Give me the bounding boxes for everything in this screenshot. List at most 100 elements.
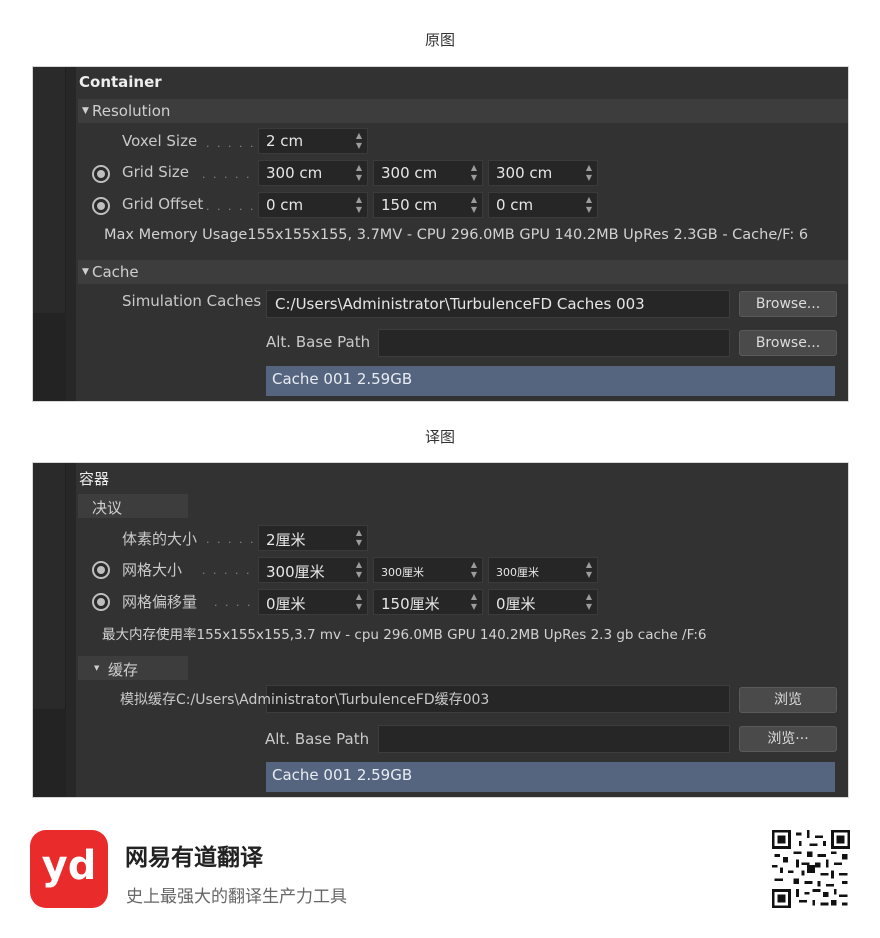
spinner-arrows-icon[interactable]: ▲ ▼ [471, 163, 477, 183]
browse-button[interactable]: Browse... [739, 291, 837, 317]
voxel-size-field[interactable]: 2厘米 ▲ ▼ [258, 525, 368, 551]
cache-list-item[interactable]: Cache 001 2.59GB [266, 762, 835, 792]
voxel-size-value: 2 cm [266, 132, 304, 150]
grid-size-radio[interactable] [92, 165, 110, 183]
original-panel: Container ▼ Resolution Voxel Size . . . … [32, 66, 849, 402]
simulation-caches-path-value: C:/Users\Administrator\TurbulenceFD Cach… [275, 295, 645, 313]
grid-size-y-value: 300 cm [381, 164, 438, 182]
grid-offset-label: Grid Offset [122, 195, 204, 213]
leader-dots: . . . . . . [202, 564, 263, 577]
grid-size-x-field[interactable]: 300 cm ▲ ▼ [258, 160, 368, 186]
spinner-arrows-icon[interactable]: ▲ ▼ [471, 195, 477, 215]
grid-size-z-field[interactable]: 300厘米 ▲ ▼ [488, 557, 598, 583]
grid-size-z-value: 300厘米 [496, 566, 539, 579]
cache-label: Cache [92, 263, 139, 281]
spinner-arrows-icon[interactable]: ▲ ▼ [586, 163, 592, 183]
memory-usage-text: 最大内存使用率155x155x155,3.7 mv - cpu 296.0MB … [102, 627, 707, 643]
leader-dots: . . . . . [206, 200, 256, 213]
grid-size-radio[interactable] [92, 561, 110, 579]
simulation-caches-row: 模拟缓存C:/Users\Administrator\TurbulenceFD缓… [120, 689, 489, 709]
alt-base-path-label: Alt. Base Path [266, 333, 371, 351]
spinner-arrows-icon[interactable]: ▲ ▼ [356, 560, 362, 580]
spinner-arrows-icon[interactable]: ▲ ▼ [356, 131, 362, 151]
grid-offset-z-field[interactable]: 0厘米 ▲ ▼ [488, 589, 598, 615]
alt-base-path-label: Alt. Base Path [265, 730, 370, 748]
grid-size-y-value: 300厘米 [381, 566, 424, 579]
simulation-caches-path-field[interactable]: C:/Users\Administrator\TurbulenceFD Cach… [266, 290, 730, 318]
grid-offset-z-field[interactable]: 0 cm ▲ ▼ [488, 192, 598, 218]
resolution-section-header[interactable]: ▼ Resolution [78, 99, 848, 123]
grid-size-label: 网格大小 [122, 561, 183, 579]
grid-size-x-value: 300 cm [266, 164, 323, 182]
brand-slogan: 史上最强大的翻译生产力工具 [126, 887, 347, 907]
alt-browse-button[interactable]: Browse... [739, 330, 837, 356]
simulation-caches-path-value: C:/Users\Administrator\TurbulenceFD缓存003 [176, 692, 490, 708]
left-gutter [33, 67, 66, 401]
alt-base-path-field[interactable] [378, 329, 730, 357]
grid-offset-radio[interactable] [92, 197, 110, 215]
spinner-arrows-icon[interactable]: ▲ ▼ [586, 195, 592, 215]
qr-code-icon [772, 830, 850, 908]
voxel-size-field[interactable]: 2 cm ▲ ▼ [258, 128, 368, 154]
spinner-arrows-icon[interactable]: ▲ ▼ [356, 528, 362, 548]
attribute-panel: 容器 决议 体素的大小 . . . . . 2厘米 ▲ ▼ 网格大小 . . . … [76, 463, 848, 797]
grid-offset-z-value: 0 cm [496, 196, 534, 214]
translated-panel: 容器 决议 体素的大小 . . . . . 2厘米 ▲ ▼ 网格大小 . . . … [32, 462, 849, 798]
grid-size-y-field[interactable]: 300 cm ▲ ▼ [373, 160, 483, 186]
spinner-arrows-icon[interactable]: ▲ ▼ [356, 592, 362, 612]
memory-usage-text: Max Memory Usage155x155x155, 3.7MV - CPU… [104, 227, 809, 243]
grid-offset-x-value: 0厘米 [266, 595, 306, 613]
alt-base-path-field[interactable] [378, 725, 730, 753]
leader-dots: . . . . . . [202, 168, 263, 181]
spinner-arrows-icon[interactable]: ▲ ▼ [356, 195, 362, 215]
spinner-arrows-icon[interactable]: ▲ ▼ [586, 592, 592, 612]
left-gutter [33, 463, 66, 797]
grid-offset-x-field[interactable]: 0 cm ▲ ▼ [258, 192, 368, 218]
grid-offset-x-value: 0 cm [266, 196, 304, 214]
grid-offset-z-value: 0厘米 [496, 595, 536, 613]
spinner-arrows-icon[interactable]: ▲ ▼ [471, 560, 477, 580]
cache-item-label: Cache 001 2.59GB [272, 766, 413, 784]
cache-item-label: Cache 001 2.59GB [272, 370, 413, 388]
resolution-label: Resolution [92, 102, 171, 120]
grid-size-x-value: 300厘米 [266, 563, 325, 581]
voxel-size-label: 体素的大小 [122, 530, 198, 548]
triangle-down-icon[interactable]: ▼ [94, 664, 99, 672]
grid-offset-label: 网格偏移量 [122, 593, 198, 611]
voxel-size-label: Voxel Size [122, 132, 198, 150]
cache-section-header[interactable]: ▼ Cache [78, 260, 848, 284]
leader-dots: . . . . . [206, 533, 256, 546]
grid-size-z-value: 300 cm [496, 164, 553, 182]
logo-text: yd [41, 843, 97, 889]
panel-title: Container [79, 73, 162, 91]
grid-offset-x-field[interactable]: 0厘米 ▲ ▼ [258, 589, 368, 615]
resolution-label: 决议 [92, 499, 123, 517]
grid-offset-y-field[interactable]: 150 cm ▲ ▼ [373, 192, 483, 218]
spinner-arrows-icon[interactable]: ▲ ▼ [471, 592, 477, 612]
simulation-caches-label: 模拟缓存 [120, 692, 176, 708]
grid-size-z-field[interactable]: 300 cm ▲ ▼ [488, 160, 598, 186]
resolution-section-header[interactable]: 决议 [78, 494, 188, 518]
cache-section-header[interactable]: ▼ 缓存 [78, 656, 188, 680]
leader-dots: . . . . . [214, 596, 264, 609]
simulation-caches-label: Simulation Caches [122, 292, 262, 310]
youdao-logo: yd [30, 830, 108, 908]
brand-name: 网易有道翻译 [125, 845, 263, 871]
grid-size-y-field[interactable]: 300厘米 ▲ ▼ [373, 557, 483, 583]
cache-list-item[interactable]: Cache 001 2.59GB [266, 366, 835, 396]
voxel-size-value: 2厘米 [266, 531, 306, 549]
grid-offset-y-field[interactable]: 150厘米 ▲ ▼ [373, 589, 483, 615]
browse-button[interactable]: 浏览 [739, 687, 837, 713]
caption-original: 原图 [424, 31, 455, 49]
grid-offset-y-value: 150 cm [381, 196, 438, 214]
leader-dots: . . . . . [206, 137, 256, 150]
grid-size-x-field[interactable]: 300厘米 ▲ ▼ [258, 557, 368, 583]
alt-browse-button[interactable]: 浏览··· [739, 726, 837, 752]
triangle-down-icon[interactable]: ▼ [82, 106, 89, 116]
grid-offset-radio[interactable] [92, 593, 110, 611]
spinner-arrows-icon[interactable]: ▲ ▼ [356, 163, 362, 183]
triangle-down-icon[interactable]: ▼ [82, 267, 89, 277]
cache-label: 缓存 [108, 661, 139, 679]
grid-offset-y-value: 150厘米 [381, 595, 440, 613]
spinner-arrows-icon[interactable]: ▲ ▼ [586, 560, 592, 580]
